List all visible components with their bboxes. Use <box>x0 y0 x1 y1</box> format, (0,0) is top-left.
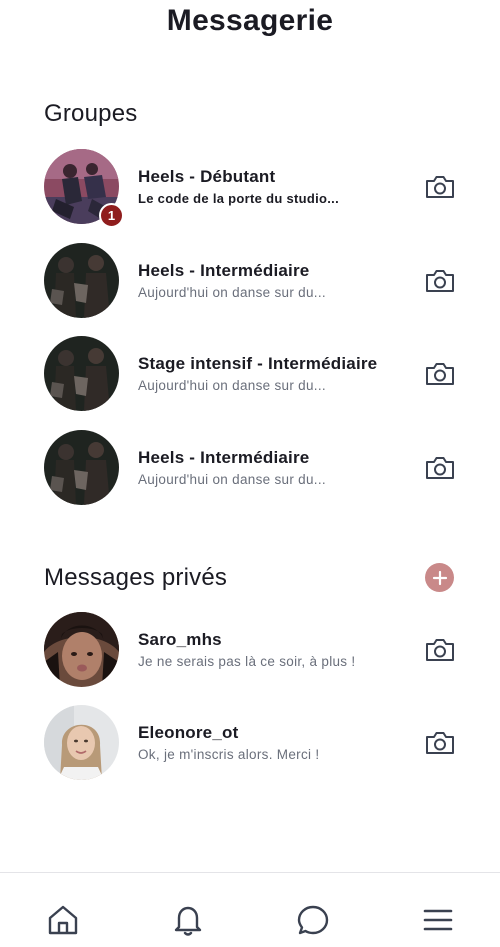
group-conversation-row[interactable]: 1 Heels - Débutant Le code de la porte d… <box>0 149 500 229</box>
new-private-message-button[interactable] <box>425 563 454 592</box>
unread-badge: 1 <box>99 203 124 228</box>
groups-section-title: Groupes <box>44 100 138 127</box>
conversation-preview: Aujourd'hui on danse sur du... <box>138 378 326 393</box>
menu-icon[interactable] <box>421 903 455 937</box>
page-title: Messagerie <box>166 4 334 37</box>
conversation-name: Saro_mhs <box>138 630 222 649</box>
camera-icon[interactable] <box>424 267 456 295</box>
camera-icon[interactable] <box>424 173 456 201</box>
conversation-preview: Aujourd'hui on danse sur du... <box>138 285 326 300</box>
plus-circle-icon <box>432 570 447 585</box>
private-conversation-row[interactable]: Saro_mhs Je ne serais pas là ce soir, à … <box>0 612 500 692</box>
conversation-preview: Je ne serais pas là ce soir, à plus ! <box>138 654 356 669</box>
conversation-preview: Aujourd'hui on danse sur du... <box>138 472 326 487</box>
group-avatar <box>44 336 119 411</box>
conversation-name: Stage intensif - Intermédiaire <box>138 354 378 373</box>
user-avatar <box>44 612 119 687</box>
camera-icon[interactable] <box>424 729 456 757</box>
conversation-name: Heels - Débutant <box>138 167 276 186</box>
private-messages-section-title: Messages privés <box>44 564 228 591</box>
group-conversation-row[interactable]: Heels - Intermédiaire Aujourd'hui on dan… <box>0 430 500 510</box>
user-avatar <box>44 705 119 780</box>
home-icon[interactable] <box>46 903 80 937</box>
chat-icon[interactable] <box>296 903 330 937</box>
bell-icon[interactable] <box>171 903 205 937</box>
group-conversation-row[interactable]: Stage intensif - Intermédiaire Aujourd'h… <box>0 336 500 416</box>
camera-icon[interactable] <box>424 636 456 664</box>
bottom-tab-bar <box>0 872 500 947</box>
group-conversation-row[interactable]: Heels - Intermédiaire Aujourd'hui on dan… <box>0 243 500 323</box>
private-conversation-row[interactable]: Eleonore_ot Ok, je m'inscris alors. Merc… <box>0 705 500 785</box>
conversation-name: Heels - Intermédiaire <box>138 261 310 280</box>
conversation-preview: Le code de la porte du studio... <box>138 191 340 206</box>
group-avatar <box>44 243 119 318</box>
camera-icon[interactable] <box>424 360 456 388</box>
camera-icon[interactable] <box>424 454 456 482</box>
group-avatar <box>44 430 119 505</box>
conversation-name: Heels - Intermédiaire <box>138 448 310 467</box>
conversation-name: Eleonore_ot <box>138 723 239 742</box>
conversation-preview: Ok, je m'inscris alors. Merci ! <box>138 747 320 762</box>
